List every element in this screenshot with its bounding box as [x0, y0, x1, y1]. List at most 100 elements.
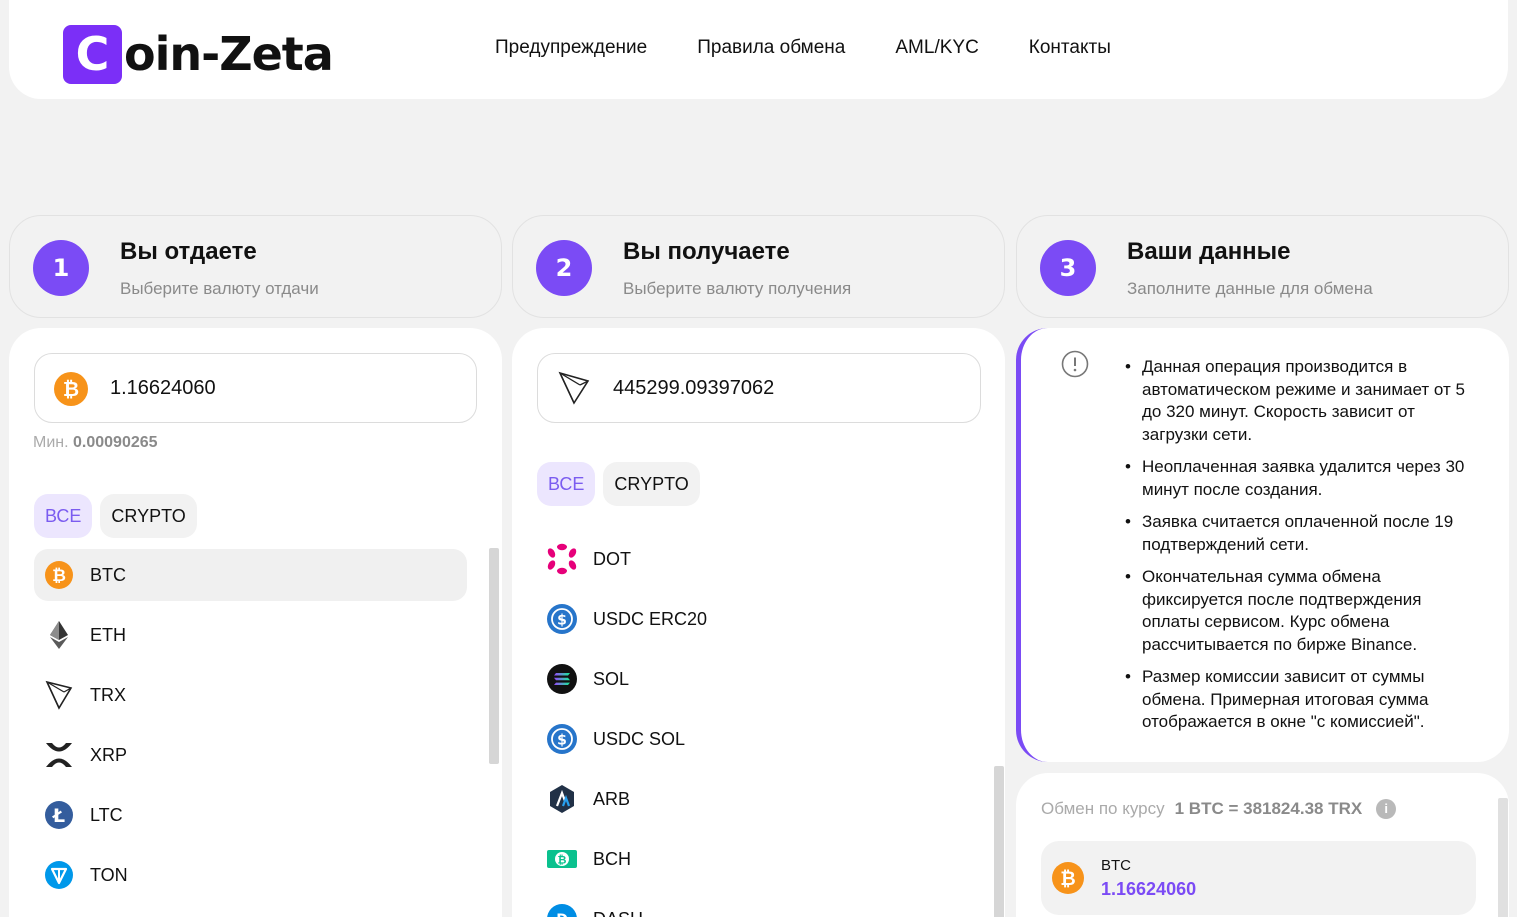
- give-scrollbar[interactable]: [489, 548, 499, 764]
- receive-panel: 445299.09397062 ВСЕ CRYPTO DOT $ USDC ER…: [512, 328, 1005, 917]
- step-give: 1 Вы отдаете Выберите валюту отдачи: [9, 215, 502, 318]
- currency-label: LTC: [90, 804, 123, 825]
- main-nav: Предупреждение Правила обмена AML/KYC Ко…: [495, 37, 1111, 59]
- step-receive: 2 Вы получаете Выберите валюту получения: [512, 215, 1005, 318]
- svg-text:₿: ₿: [558, 854, 567, 867]
- dash-icon: D: [547, 904, 577, 917]
- svg-text:D: D: [556, 912, 568, 917]
- currency-label: BTC: [90, 564, 126, 585]
- currency-item-dash[interactable]: D DASH: [537, 893, 970, 917]
- svg-text:₿: ₿: [52, 566, 66, 586]
- give-panel: ₿ 1.16624060 Мин. 0.00090265 ВСЕ CRYPTO …: [9, 328, 502, 917]
- btc-icon: ₿: [45, 561, 73, 589]
- currency-label: TRX: [90, 684, 126, 705]
- summary-amount: 1.16624060: [1101, 879, 1197, 899]
- trx-icon: [45, 680, 73, 710]
- step-title: Вы отдаете: [120, 238, 257, 265]
- currency-item-usdc-erc20[interactable]: $ USDC ERC20: [537, 593, 970, 645]
- currency-label: DASH: [593, 909, 643, 917]
- eth-icon: [50, 621, 68, 649]
- currency-label: BCH: [593, 848, 632, 869]
- currency-item-ltc[interactable]: Ł LTC: [34, 789, 467, 841]
- exchange-rate: Обмен по курсу 1 BTC = 381824.38 TRX i: [1041, 799, 1397, 819]
- ton-icon: [45, 861, 73, 889]
- give-summary: ₿ BTC 1.16624060: [1041, 841, 1476, 915]
- logo[interactable]: C oin-Zeta: [63, 24, 334, 84]
- summary-currency: BTC: [1101, 857, 1131, 874]
- step-number: 3: [1040, 240, 1096, 296]
- bch-icon: ₿: [547, 850, 577, 868]
- currency-label: ARB: [593, 788, 631, 809]
- step-number: 2: [536, 240, 592, 296]
- currency-item-btc[interactable]: ₿ BTC: [34, 549, 467, 601]
- svg-text:Ł: Ł: [52, 805, 65, 827]
- currency-item-arb[interactable]: ARB: [537, 773, 970, 825]
- step-number: 1: [33, 240, 89, 296]
- receive-amount-field[interactable]: 445299.09397062: [537, 353, 981, 423]
- filter-all[interactable]: ВСЕ: [537, 462, 596, 506]
- give-min-amount: Мин. 0.00090265: [33, 434, 158, 452]
- logo-mark: C: [63, 24, 122, 84]
- xrp-icon: [46, 743, 72, 767]
- step-subtitle: Выберите валюту получения: [623, 279, 852, 298]
- currency-label: ETH: [90, 624, 126, 645]
- info-note: Неоплаченная заявка удалится через 30 ми…: [1119, 456, 1479, 501]
- rate-value: 1 BTC = 381824.38 TRX: [1174, 799, 1363, 818]
- nav-aml-kyc[interactable]: AML/KYC: [895, 37, 978, 59]
- svg-text:$: $: [557, 613, 567, 629]
- step-subtitle: Выберите валюту отдачи: [120, 279, 319, 298]
- currency-label: USDC ERC20: [593, 608, 708, 629]
- receive-filters: ВСЕ CRYPTO: [537, 462, 700, 506]
- info-note: Окончательная сумма обмена фиксируется п…: [1119, 566, 1479, 656]
- currency-item-dot[interactable]: DOT: [537, 533, 970, 585]
- currency-item-usdc-sol[interactable]: $ USDC SOL: [537, 713, 970, 765]
- btc-icon: ₿: [54, 372, 88, 406]
- currency-item-trx[interactable]: TRX: [34, 669, 467, 721]
- min-label: Мин.: [33, 434, 69, 451]
- nav-contacts[interactable]: Контакты: [1029, 37, 1111, 59]
- site-header: C oin-Zeta Предупреждение Правила обмена…: [9, 0, 1508, 99]
- min-value: 0.00090265: [73, 434, 158, 451]
- currency-label: TON: [90, 864, 128, 885]
- currency-item-eth[interactable]: ETH: [34, 609, 467, 661]
- give-amount-field[interactable]: ₿ 1.16624060: [34, 353, 477, 423]
- info-note: Размер комиссии зависит от суммы обмена.…: [1119, 666, 1479, 734]
- step-details: 3 Ваши данные Заполните данные для обмен…: [1016, 215, 1509, 318]
- svg-text:₿: ₿: [63, 377, 79, 401]
- svg-text:₿: ₿: [1060, 868, 1075, 890]
- currency-item-ton[interactable]: TON: [34, 849, 467, 901]
- info-note: Заявка считается оплаченной после 19 под…: [1119, 511, 1479, 556]
- info-panel: Данная операция производится в автоматич…: [1016, 328, 1509, 762]
- filter-crypto[interactable]: CRYPTO: [100, 494, 197, 538]
- usdc-icon: $: [547, 724, 577, 754]
- currency-item-sol[interactable]: SOL: [537, 653, 970, 705]
- svg-text:$: $: [557, 733, 567, 749]
- receive-amount-value: 445299.09397062: [613, 377, 775, 399]
- currency-label: DOT: [593, 548, 631, 569]
- sol-icon: [547, 664, 577, 694]
- rate-scrollbar[interactable]: [1498, 798, 1508, 917]
- info-note: Данная операция производится в автоматич…: [1119, 356, 1479, 446]
- step-subtitle: Заполните данные для обмена: [1127, 279, 1373, 298]
- nav-warning[interactable]: Предупреждение: [495, 37, 647, 59]
- filter-crypto[interactable]: CRYPTO: [603, 462, 700, 506]
- rate-panel: Обмен по курсу 1 BTC = 381824.38 TRX i ₿…: [1016, 773, 1509, 917]
- trx-icon: [558, 371, 590, 405]
- currency-item-bch[interactable]: ₿ BCH: [537, 833, 970, 885]
- nav-exchange-rules[interactable]: Правила обмена: [697, 37, 845, 59]
- alert-circle-icon: [1061, 350, 1089, 378]
- currency-label: SOL: [593, 668, 630, 689]
- give-amount-value: 1.16624060: [110, 377, 216, 399]
- info-notes: Данная операция производится в автоматич…: [1119, 356, 1479, 744]
- currency-label: XRP: [90, 744, 128, 765]
- rate-label: Обмен по курсу: [1041, 799, 1165, 818]
- filter-all[interactable]: ВСЕ: [34, 494, 93, 538]
- currency-item-xrp[interactable]: XRP: [34, 729, 467, 781]
- currency-label: USDC SOL: [593, 728, 686, 749]
- dot-icon: [547, 543, 577, 575]
- receive-scrollbar[interactable]: [994, 766, 1004, 917]
- step-title: Ваши данные: [1127, 238, 1291, 265]
- step-title: Вы получаете: [623, 238, 790, 265]
- logo-text: oin-Zeta: [124, 27, 334, 81]
- info-icon[interactable]: i: [1376, 799, 1397, 819]
